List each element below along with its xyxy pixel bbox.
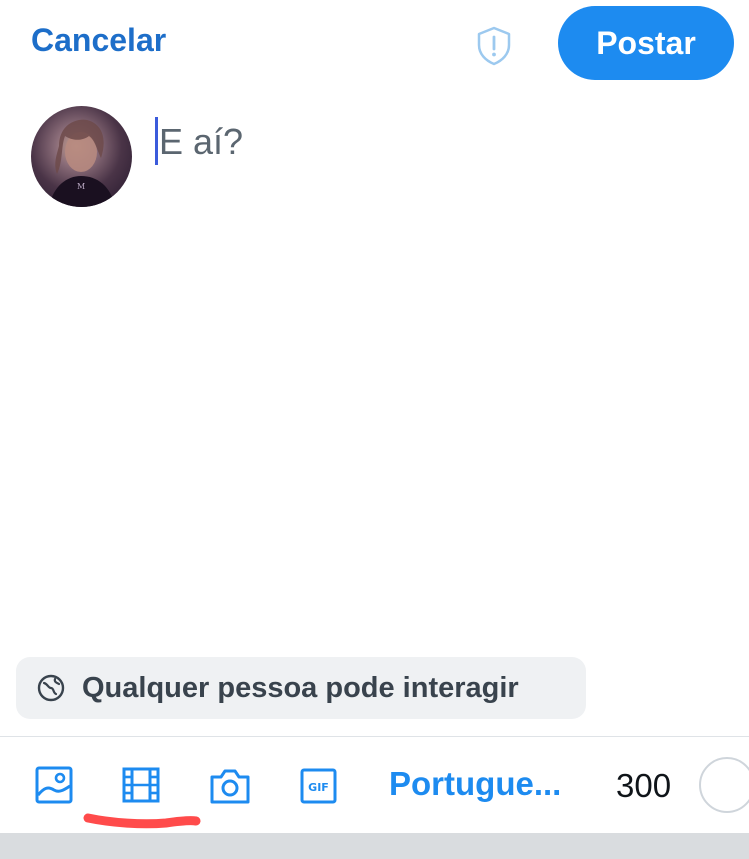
- keyboard-top-strip: [0, 833, 749, 859]
- reply-setting-label: Qualquer pessoa pode interagir: [82, 671, 519, 704]
- compose-input[interactable]: [159, 116, 719, 168]
- film-icon[interactable]: [122, 767, 160, 803]
- annotation-underline: [82, 806, 202, 836]
- reply-setting-chip[interactable]: Qualquer pessoa pode interagir: [16, 657, 586, 719]
- character-progress-ring: [699, 757, 749, 813]
- avatar: M: [31, 106, 132, 207]
- gif-icon[interactable]: GIF: [300, 768, 337, 804]
- globe-icon: [36, 673, 66, 703]
- image-icon[interactable]: [35, 766, 73, 804]
- text-cursor: [155, 117, 158, 165]
- svg-text:GIF: GIF: [308, 781, 329, 794]
- svg-text:M: M: [77, 182, 85, 191]
- toolbar-divider: [0, 736, 749, 737]
- cancel-button[interactable]: Cancelar: [31, 22, 166, 59]
- shield-alert-icon[interactable]: [472, 24, 516, 68]
- language-selector[interactable]: Portugue...: [389, 765, 561, 803]
- character-counter: 300: [616, 767, 672, 804]
- camera-icon[interactable]: [208, 766, 252, 806]
- post-button[interactable]: Postar: [558, 6, 734, 80]
